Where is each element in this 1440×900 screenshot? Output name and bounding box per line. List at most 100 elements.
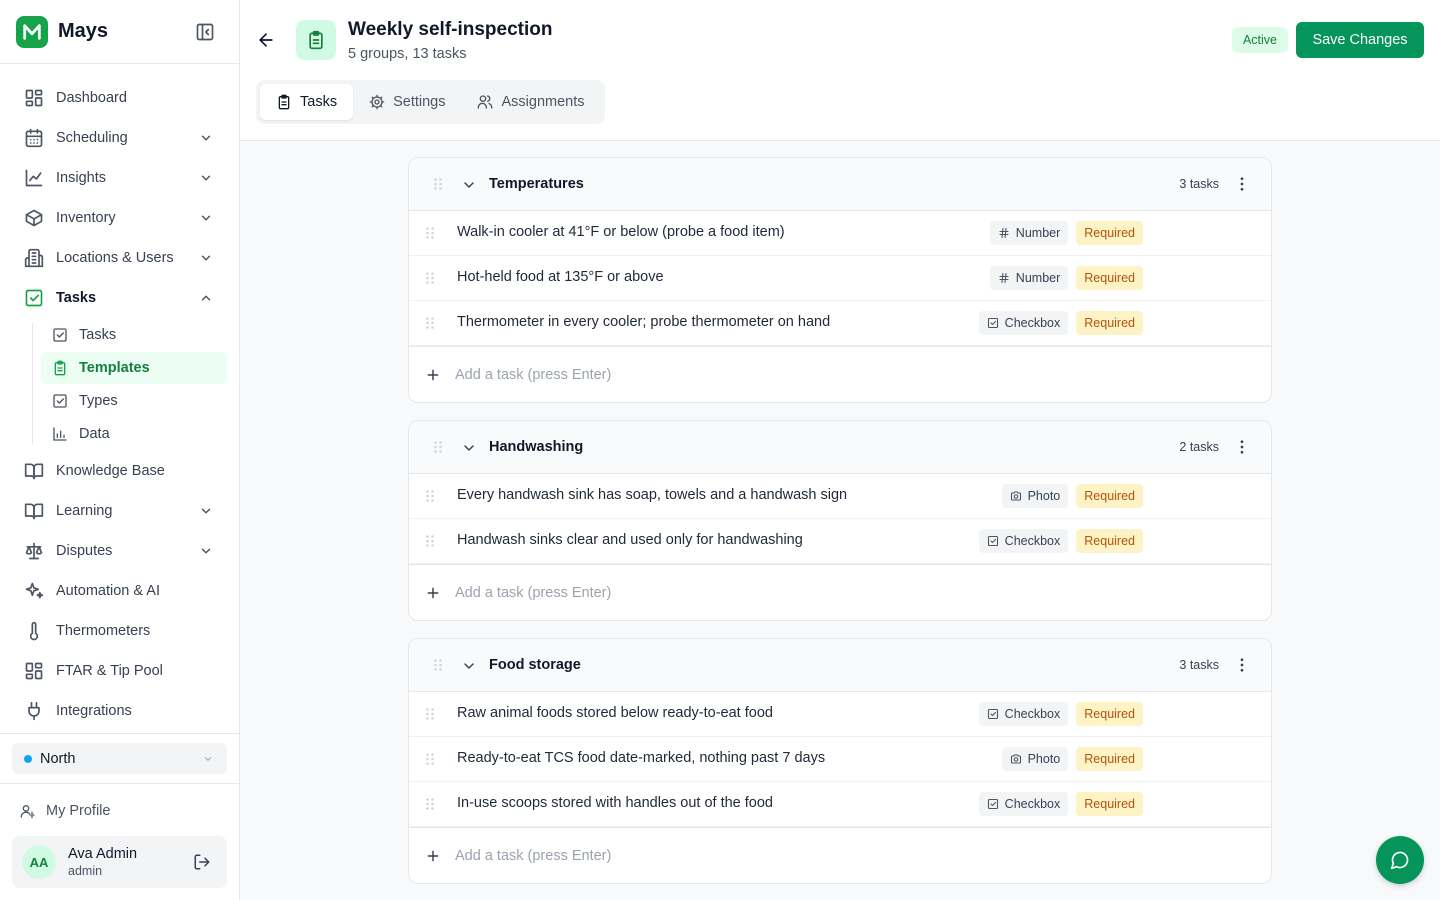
tab-tasks[interactable]: Tasks [260,84,354,120]
sidebar-item-scheduling[interactable]: Scheduling [0,118,239,158]
chevron-down-icon[interactable] [199,171,213,185]
drag-handle-icon[interactable] [423,752,437,766]
sidebar-subitem-label: Data [79,426,110,442]
tab-settings[interactable]: Settings [353,84,461,120]
task-type-badge: Number [989,266,1069,290]
task-type-badge: Photo [1001,484,1069,508]
sidebar-item-locations-users[interactable]: Locations & Users [0,238,239,278]
chevron-up-icon[interactable] [199,291,213,305]
checkbox-icon [987,798,999,810]
drag-handle-icon[interactable] [423,271,437,285]
mays-logo-icon[interactable] [16,15,48,48]
sidebar-subitem-types[interactable]: Types [41,385,227,417]
location-select[interactable]: North [12,743,227,774]
plus-icon [425,848,441,864]
save-changes-button[interactable]: Save Changes [1296,22,1424,58]
drag-handle-icon[interactable] [423,316,437,330]
group-name[interactable]: Food storage [489,657,581,673]
chevron-down-icon[interactable] [199,131,213,145]
logout-icon[interactable] [193,853,211,871]
sidebar-subitem-data[interactable]: Data [41,418,227,450]
chevron-down-icon[interactable] [199,544,213,558]
sidebar-nav: Dashboard Scheduling Insights Inventory … [0,64,239,731]
tab-assignments[interactable]: Assignments [461,84,600,120]
sidebar-item-label: Integrations [56,703,132,719]
chat-button[interactable] [1376,836,1424,884]
drag-handle-icon[interactable] [423,707,437,721]
my-profile-link[interactable]: My Profile [20,803,110,819]
sidebar: Mays Dashboard Scheduling Insights Inven… [0,0,240,900]
sidebar-subitem-templates[interactable]: Templates [41,352,227,384]
task-badges: Checkbox Required [978,529,1143,553]
task-name[interactable]: Walk-in cooler at 41°F or below (probe a… [457,224,785,240]
users-icon [477,94,493,110]
clipboard-icon [306,30,326,50]
group-task-count: 3 tasks [1179,177,1219,191]
plus-icon [425,367,441,383]
required-badge: Required [1076,747,1143,771]
chevron-down-icon[interactable] [199,504,213,518]
task-type-label: Checkbox [1004,707,1061,721]
more-vertical-icon[interactable] [1233,175,1251,193]
task-type-label: Number [1015,226,1061,240]
avatar[interactable]: AA [22,845,56,879]
required-badge: Required [1076,311,1143,335]
sidebar-item-ftar-tip-pool[interactable]: FTAR & Tip Pool [0,651,239,691]
drag-handle-icon[interactable] [423,797,437,811]
drag-handle-icon[interactable] [431,440,445,454]
task-name[interactable]: Handwash sinks clear and used only for h… [457,532,803,548]
chevron-down-icon[interactable] [199,211,213,225]
task-type-badge: Number [989,221,1069,245]
task-badges: Number Required [989,221,1143,245]
group-header: Handwashing 2 tasks [409,421,1271,474]
task-name[interactable]: Ready-to-eat TCS food date-marked, nothi… [457,750,825,766]
back-arrow-icon[interactable] [256,30,276,50]
task-group: Handwashing 2 tasks Every handwash sink … [408,420,1272,621]
calendar-icon [24,128,44,148]
sidebar-item-integrations[interactable]: Integrations [0,691,239,731]
task-badges: Checkbox Required [978,792,1143,816]
task-name[interactable]: Raw animal foods stored below ready-to-e… [457,705,773,721]
drag-handle-icon[interactable] [431,177,445,191]
sidebar-item-insights[interactable]: Insights [0,158,239,198]
chevron-down-icon[interactable] [199,251,213,265]
add-task-input[interactable] [455,844,1215,868]
task-name[interactable]: In-use scoops stored with handles out of… [457,795,773,811]
sidebar-item-label: Thermometers [56,623,151,639]
sidebar-item-inventory[interactable]: Inventory [0,198,239,238]
more-vertical-icon[interactable] [1233,656,1251,674]
task-name[interactable]: Hot-held food at 135°F or above [457,269,664,285]
task-name[interactable]: Every handwash sink has soap, towels and… [457,487,847,503]
sidebar-item-disputes[interactable]: Disputes [0,531,239,571]
sparkles-icon [24,581,44,601]
drag-handle-icon[interactable] [423,489,437,503]
sidebar-item-automation-ai[interactable]: Automation & AI [0,571,239,611]
drag-handle-icon[interactable] [423,534,437,548]
camera-icon [1010,753,1022,765]
more-vertical-icon[interactable] [1233,438,1251,456]
task-name[interactable]: Thermometer in every cooler; probe therm… [457,314,830,330]
user-card: AA Ava Admin admin [12,836,227,888]
sidebar-item-tasks[interactable]: Tasks [0,278,239,318]
chevron-down-icon[interactable] [461,177,477,193]
group-name[interactable]: Temperatures [489,176,584,192]
group-header: Food storage 3 tasks [409,639,1271,692]
chevron-down-icon[interactable] [461,440,477,456]
sidebar-item-learning[interactable]: Learning [0,491,239,531]
sidebar-item-thermometers[interactable]: Thermometers [0,611,239,651]
sidebar-collapse-icon[interactable] [195,22,215,42]
sidebar-item-label: Automation & AI [56,583,160,599]
task-type-badge: Photo [1001,747,1069,771]
sidebar-item-dashboard[interactable]: Dashboard [0,78,239,118]
add-task-input[interactable] [455,581,1215,605]
drag-handle-icon[interactable] [431,658,445,672]
add-task-input[interactable] [455,363,1215,387]
sidebar-item-knowledge-base[interactable]: Knowledge Base [0,451,239,491]
drag-handle-icon[interactable] [423,226,437,240]
group-name[interactable]: Handwashing [489,439,583,455]
sidebar-subitem-tasks[interactable]: Tasks [41,319,227,351]
tab-label: Settings [393,94,446,110]
chevron-down-icon[interactable] [461,658,477,674]
task-badges: Photo Required [1001,484,1143,508]
user-role: admin [68,864,103,878]
